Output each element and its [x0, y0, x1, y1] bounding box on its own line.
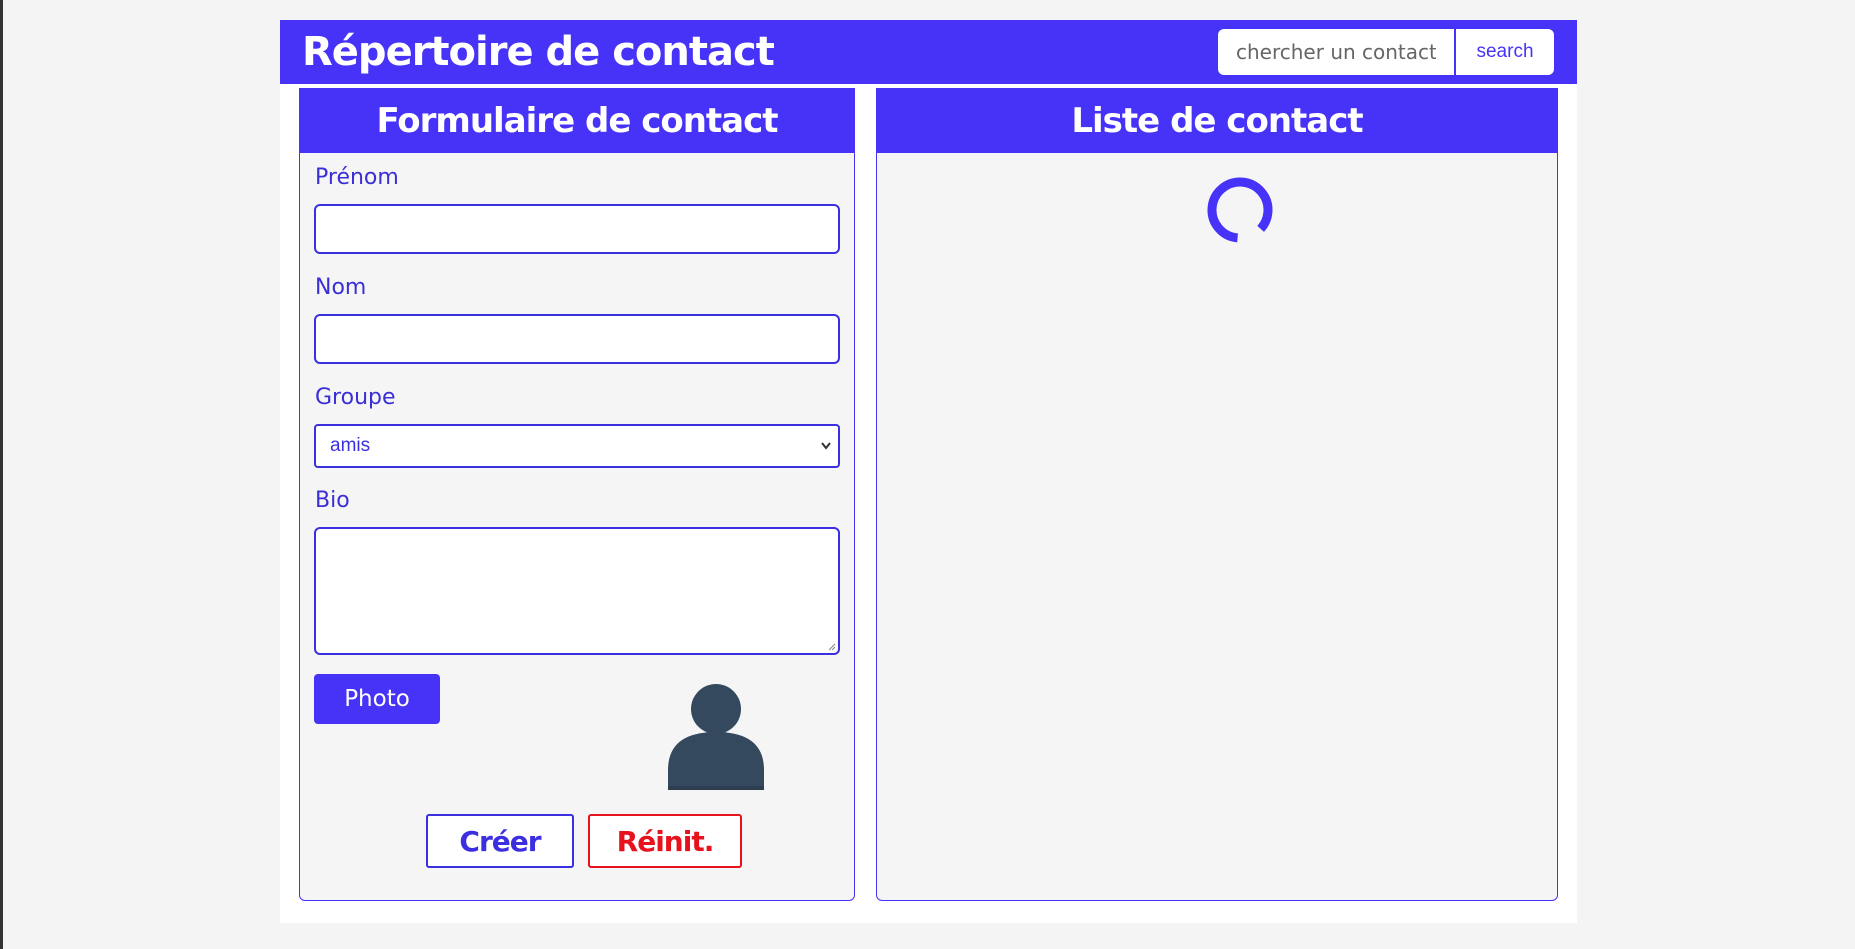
- reset-button[interactable]: Réinit.: [588, 814, 742, 868]
- last-name-label: Nom: [315, 275, 367, 300]
- contact-form-panel: Formulaire de contact Prénom Nom Groupe …: [299, 88, 855, 901]
- window-edge: [0, 0, 3, 949]
- app-container: Répertoire de contact search Formulaire …: [280, 20, 1577, 923]
- first-name-field[interactable]: [314, 204, 840, 254]
- form-panel-title: Formulaire de contact: [300, 89, 854, 153]
- group-select[interactable]: amis: [314, 424, 840, 468]
- list-panel-title: Liste de contact: [877, 89, 1557, 153]
- contact-list-panel: Liste de contact: [876, 88, 1558, 901]
- app-title: Répertoire de contact: [302, 29, 775, 75]
- group-select-value: amis: [330, 435, 371, 456]
- first-name-label: Prénom: [315, 165, 399, 190]
- top-bar: Répertoire de contact search: [280, 20, 1577, 84]
- bio-label: Bio: [315, 488, 350, 513]
- chevron-down-icon: [820, 426, 832, 481]
- search-input[interactable]: [1218, 29, 1454, 75]
- group-label: Groupe: [315, 385, 396, 410]
- create-button[interactable]: Créer: [426, 814, 574, 868]
- photo-button[interactable]: Photo: [314, 674, 440, 724]
- search-bar: search: [1218, 29, 1554, 75]
- search-button[interactable]: search: [1454, 29, 1554, 75]
- resize-grip-icon[interactable]: [828, 643, 836, 651]
- bio-textarea[interactable]: [314, 527, 840, 655]
- user-silhouette-icon: [666, 684, 766, 796]
- loading-spinner-icon: [1205, 175, 1275, 249]
- last-name-field[interactable]: [314, 314, 840, 364]
